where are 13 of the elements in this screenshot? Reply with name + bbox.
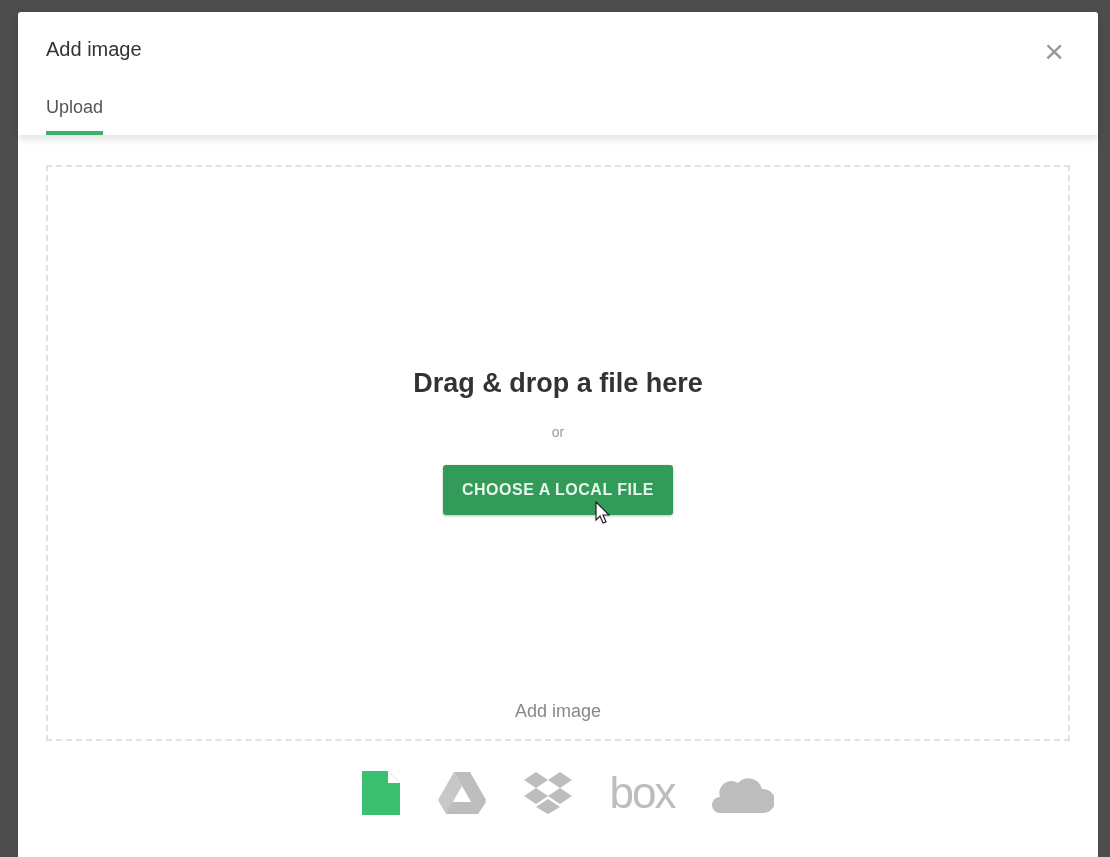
file-icon[interactable] bbox=[361, 771, 400, 815]
close-button[interactable]: × bbox=[1038, 34, 1070, 68]
drop-heading: Drag & drop a file here bbox=[413, 367, 703, 400]
triangle-icon[interactable] bbox=[437, 772, 486, 814]
mouse-cursor-icon bbox=[595, 500, 611, 525]
separator-text: or bbox=[551, 422, 565, 442]
choose-file-button[interactable]: CHOOSE A LOCAL FILE bbox=[443, 464, 673, 515]
box-source-button[interactable]: box bbox=[609, 771, 675, 815]
drop-zone[interactable]: Drag & drop a file here or CHOOSE A LOCAL FILE Add image bbox=[46, 165, 1070, 741]
drop-caption: Add image bbox=[514, 700, 602, 723]
dropbox-icon[interactable] bbox=[523, 772, 572, 814]
upload-tab[interactable]: Upload bbox=[46, 86, 104, 135]
dialog-title: Add image bbox=[46, 37, 142, 62]
